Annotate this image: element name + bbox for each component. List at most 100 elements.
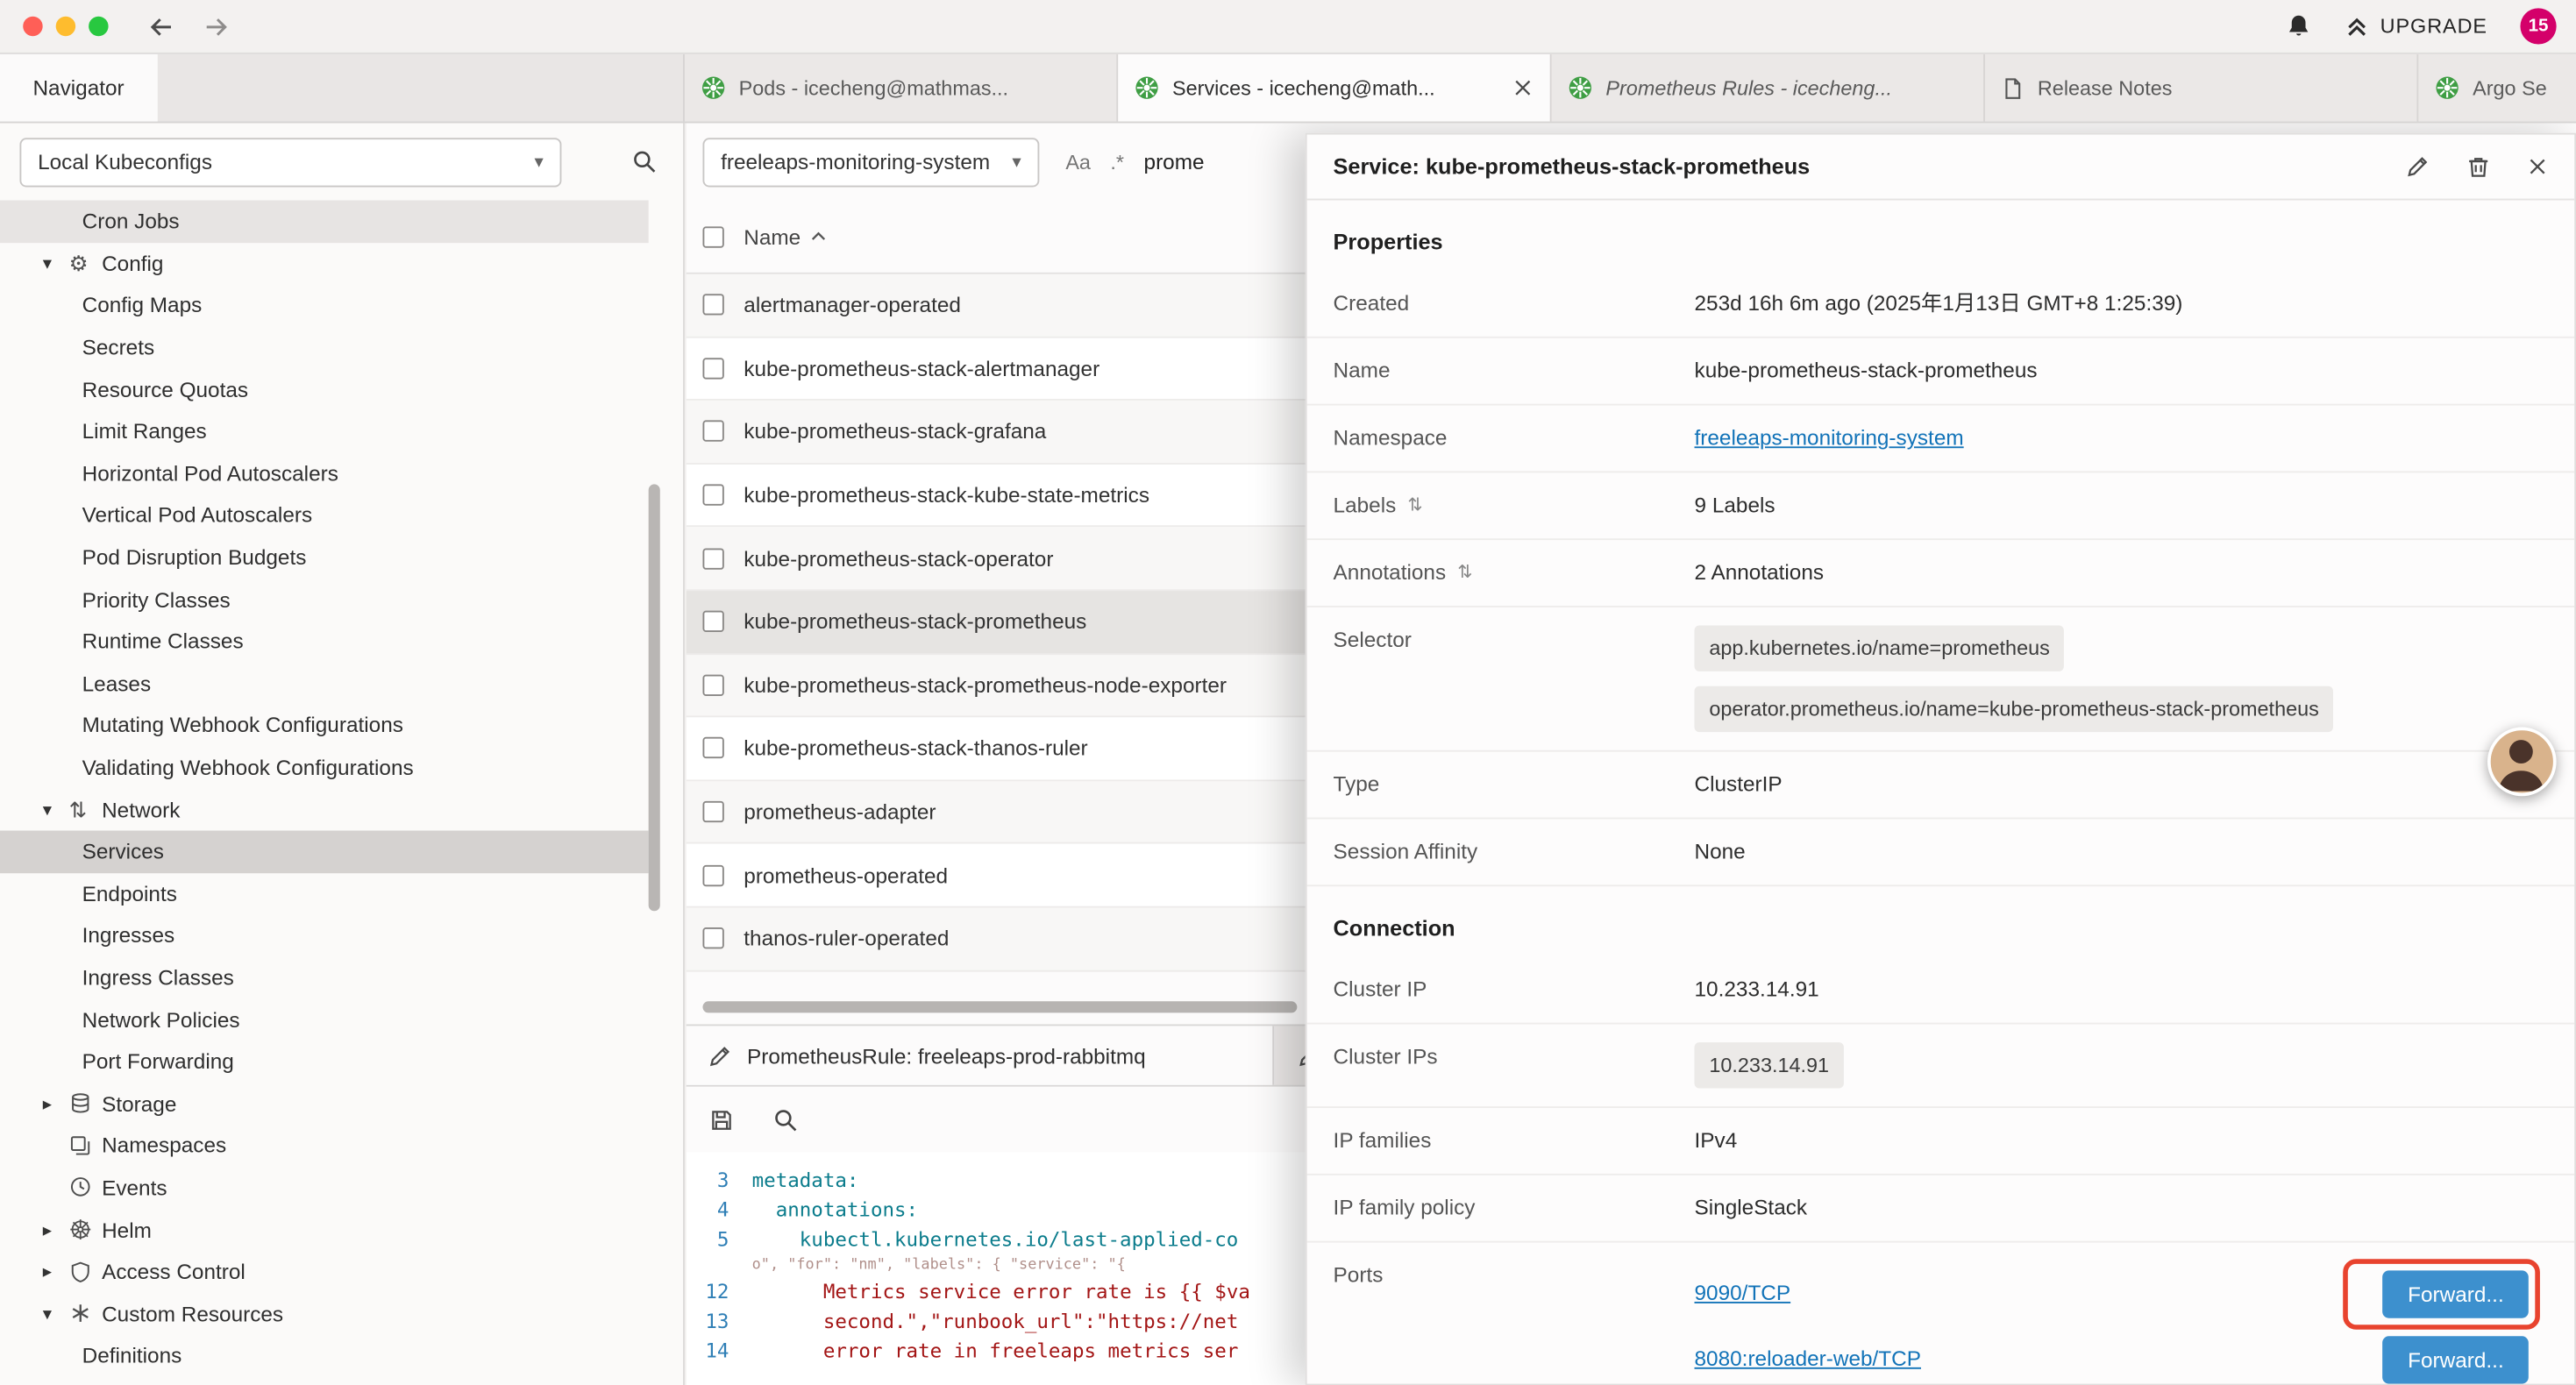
detail-link[interactable]: freeleaps-monitoring-system [1695,425,1964,450]
row-checkbox[interactable] [702,738,723,759]
tab-services-icecheng-math[interactable]: Services - icecheng@math... [1118,54,1551,122]
tab-argo-se[interactable]: Argo Se [2418,54,2576,122]
chevron-down-icon[interactable]: ▾ [43,1303,69,1324]
row-checkbox[interactable] [702,864,723,885]
sidebar-item-storage[interactable]: ▸Storage [0,1083,649,1125]
tab-release-notes[interactable]: Release Notes [1985,54,2418,122]
horizontal-scrollbar-thumb[interactable] [702,1001,1297,1012]
trash-icon[interactable] [2466,154,2491,179]
maximize-window-button[interactable] [89,17,108,36]
detail-label: IP family policy [1334,1193,1695,1219]
sidebar-item-events[interactable]: Events [0,1167,649,1209]
line-number: 3 [687,1166,752,1196]
row-checkbox[interactable] [702,295,723,316]
regex-toggle[interactable]: .* [1110,150,1124,173]
chevron-right-icon[interactable]: ▸ [43,1261,69,1282]
match-case-toggle[interactable]: Aa [1065,150,1091,173]
sidebar-item-horizontal-pod-autoscalers[interactable]: Horizontal Pod Autoscalers [0,452,649,494]
chevron-down-icon[interactable]: ▾ [43,799,69,820]
pencil-icon [708,1043,732,1068]
name-column-header[interactable]: Name [744,224,825,249]
sidebar-item-config[interactable]: ▾⚙Config [0,242,649,284]
sidebar-scrollbar[interactable] [649,484,660,911]
minimize-window-button[interactable] [56,17,75,36]
row-checkbox[interactable] [702,485,723,506]
sort-toggle-icon[interactable]: ⇅ [1407,494,1422,515]
navigator-tab[interactable]: Navigator [0,54,157,122]
detail-label-text: Cluster IPs [1334,1044,1438,1069]
tab-close-icon[interactable] [1512,77,1534,98]
port-link[interactable]: 8080:reloader-web/TCP [1695,1345,1921,1374]
detail-label-text: Selector [1334,627,1412,651]
row-checkbox[interactable] [702,548,723,569]
port-link[interactable]: 9090/TCP [1695,1279,1791,1309]
sidebar-item-secrets[interactable]: Secrets [0,326,649,368]
sidebar-item-definitions[interactable]: Definitions [0,1334,649,1376]
close-window-button[interactable] [23,17,42,36]
upgrade-button[interactable]: UPGRADE [2344,14,2487,39]
sidebar-item-custom-resources[interactable]: ▾Custom Resources [0,1293,649,1335]
sidebar-item-port-forwarding[interactable]: Port Forwarding [0,1041,649,1083]
row-checkbox[interactable] [702,927,723,948]
sidebar-item-mutating-webhook-configurations[interactable]: Mutating Webhook Configurations [0,705,649,747]
sidebar-item-limit-ranges[interactable]: Limit Ranges [0,410,649,452]
sidebar-item-cron-jobs[interactable]: Cron Jobs [0,200,649,242]
edit-icon[interactable] [2405,154,2430,179]
select-all-checkbox[interactable] [702,225,723,246]
editor-search-icon[interactable] [773,1107,798,1132]
code-segment [752,1310,823,1332]
sidebar-item-ingress-classes[interactable]: Ingress Classes [0,956,649,998]
close-icon[interactable] [2527,156,2548,177]
save-icon[interactable] [709,1107,734,1132]
row-checkbox[interactable] [702,801,723,822]
sidebar-item-vertical-pod-autoscalers[interactable]: Vertical Pod Autoscalers [0,494,649,536]
forward-icon[interactable] [202,14,230,39]
tab-prometheus-rules-icecheng[interactable]: Prometheus Rules - icecheng... [1552,54,1985,122]
sidebar-item-ingresses[interactable]: Ingresses [0,914,649,956]
back-icon[interactable] [148,14,176,39]
namespace-filter[interactable]: freeleaps-monitoring-system ▾ [702,137,1039,186]
sidebar-item-access-control[interactable]: ▸Access Control [0,1251,649,1293]
sidebar-item-services[interactable]: Services [0,830,649,872]
sidebar-item-endpoints[interactable]: Endpoints [0,872,649,914]
user-avatar[interactable] [2487,728,2557,797]
detail-label-text: Created [1334,290,1410,315]
detail-label: Namespace [1334,423,1695,450]
detail-row-cluster-ip: Cluster IP10.233.14.91 [1307,957,2575,1025]
forward-button[interactable]: Forward... [2383,1335,2529,1382]
sidebar-item-network[interactable]: ▾⇅Network [0,788,649,830]
sidebar-item-namespaces[interactable]: Namespaces [0,1125,649,1167]
chevron-right-icon[interactable]: ▸ [43,1218,69,1239]
search-input[interactable]: prome [1144,149,1205,174]
service-name: kube-prometheus-stack-operator [744,546,1053,571]
sidebar-item-helm[interactable]: ▸Helm [0,1209,649,1251]
sort-toggle-icon[interactable]: ⇅ [1457,561,1472,582]
helm-icon [69,1218,102,1241]
kubeconfig-selector[interactable]: Local Kubeconfigs ▾ [19,137,561,186]
row-checkbox[interactable] [702,358,723,379]
detail-row-labels: Labels⇅9 Labels [1307,472,2575,540]
sidebar-item-resource-quotas[interactable]: Resource Quotas [0,368,649,410]
sidebar-item-leases[interactable]: Leases [0,663,649,705]
sidebar-item-priority-classes[interactable]: Priority Classes [0,579,649,621]
sidebar-item-config-maps[interactable]: Config Maps [0,284,649,326]
row-checkbox[interactable] [702,674,723,695]
row-checkbox[interactable] [702,611,723,632]
notifications-bell-icon[interactable] [2285,13,2311,39]
row-checkbox[interactable] [702,421,723,442]
detail-row-ip-families: IP familiesIPv4 [1307,1108,2575,1175]
notification-count-badge[interactable]: 15 [2520,8,2556,44]
sidebar-item-runtime-classes[interactable]: Runtime Classes [0,621,649,663]
chevron-right-icon[interactable]: ▸ [43,1093,69,1114]
search-box[interactable]: Aa .* prome [1065,149,1204,174]
chevron-down-icon[interactable]: ▾ [43,252,69,273]
dock-tab-prometheusrule[interactable]: PrometheusRule: freeleaps-prod-rabbitmq [687,1026,1274,1084]
sidebar-item-pod-disruption-budgets[interactable]: Pod Disruption Budgets [0,536,649,579]
sidebar-search-icon[interactable] [632,149,657,174]
sidebar-item-network-policies[interactable]: Network Policies [0,998,649,1041]
tab-pods-icecheng-mathmas[interactable]: Pods - icecheng@mathmas... [685,54,1118,122]
sidebar-item-validating-webhook-configurations[interactable]: Validating Webhook Configurations [0,747,649,789]
navigator-tree: Cron Jobs▾⚙ConfigConfig MapsSecretsResou… [0,200,683,1385]
detail-row-namespace: Namespacefreeleaps-monitoring-system [1307,406,2575,473]
forward-button[interactable]: Forward... [2383,1269,2529,1317]
